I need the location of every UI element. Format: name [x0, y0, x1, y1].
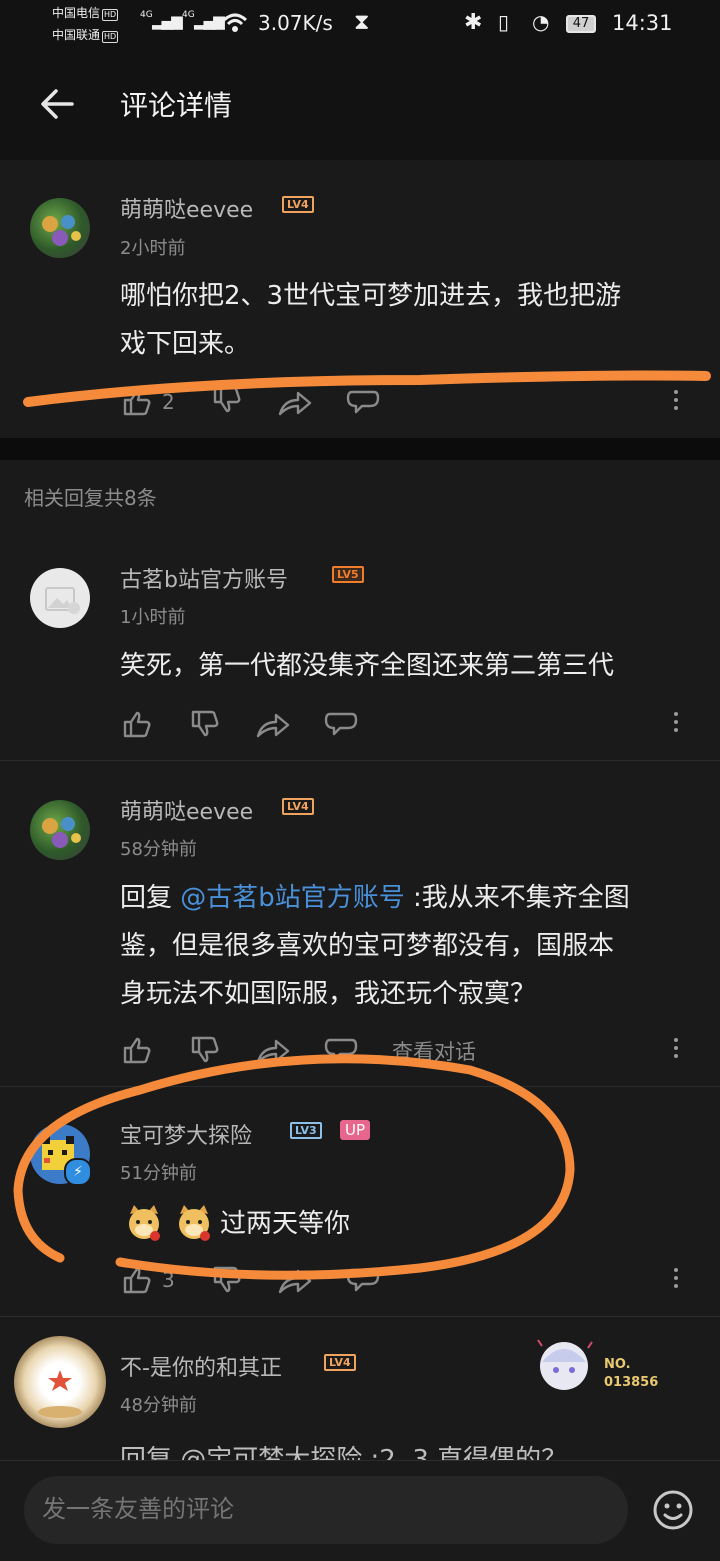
carrier-2: 中国联通 HD [52, 28, 119, 43]
hourglass-icon: ⧗ [354, 10, 370, 35]
doge-emoji-icon [179, 1205, 210, 1241]
divider [0, 1316, 720, 1317]
battery-icon: 47 [566, 15, 596, 33]
doge-emoji-icon [129, 1205, 160, 1241]
avatar[interactable] [30, 198, 90, 258]
like-count: 2 [162, 390, 175, 414]
username[interactable]: 不-是你的和其正 [120, 1350, 282, 1382]
up-badge: UP [340, 1120, 371, 1140]
wifi-icon [222, 13, 248, 32]
fan-badge-number: NO. 013856 [604, 1357, 659, 1390]
emoji-button-icon[interactable] [652, 1489, 694, 1531]
level-badge: LV4 [324, 1354, 356, 1371]
signal-icon: ▂▄▆ [152, 12, 183, 30]
level-badge: LV3 [290, 1122, 322, 1139]
reply-icon[interactable] [346, 1268, 380, 1294]
level-badge: LV4 [282, 798, 314, 815]
share-icon[interactable] [256, 712, 290, 738]
avatar-frame[interactable] [14, 1336, 106, 1428]
reply-time: 48分钟前 [120, 1395, 197, 1416]
app-header: 评论详情 [0, 50, 720, 160]
reply-text-partial: 回复 @宝可梦大探险 :2, 3 直得偶的？ [120, 1445, 568, 1460]
signal-icon-2: ▂▄▆ [194, 12, 225, 30]
level-badge: LV5 [332, 566, 364, 583]
reply-text: 过两天等你 [220, 1209, 351, 1239]
mention-link[interactable]: @古茗b站官方账号 [180, 883, 405, 913]
speedometer-icon: ◔ [532, 10, 550, 34]
like-count: 3 [162, 1268, 175, 1292]
page-title: 评论详情 [120, 89, 233, 122]
more-icon[interactable] [674, 390, 678, 414]
section-gap [0, 438, 720, 460]
network-type-1: 4G [140, 10, 153, 20]
more-icon[interactable] [674, 1038, 678, 1062]
avatar[interactable] [30, 568, 90, 628]
carrier-1: 中国电信 HD [52, 6, 119, 21]
avatar[interactable] [30, 800, 90, 860]
reply-icon[interactable] [346, 390, 380, 416]
dislike-icon[interactable] [190, 710, 220, 738]
username[interactable]: 宝可梦大探险 [120, 1118, 252, 1150]
back-arrow-icon[interactable] [38, 86, 74, 122]
like-icon[interactable] [122, 710, 152, 738]
level-badge: LV4 [282, 196, 314, 213]
network-type-2: 4G [182, 10, 195, 20]
reply-time: 51分钟前 [120, 1163, 197, 1184]
username[interactable]: 萌萌哒eevee [120, 794, 253, 826]
username[interactable]: 古茗b站官方账号 [120, 562, 288, 594]
comment-text: 哪怕你把2、3世代宝可梦加进去，我也把游 戏下回来。 [120, 281, 622, 359]
like-icon[interactable] [122, 1036, 152, 1064]
dislike-icon[interactable] [212, 1266, 242, 1294]
share-icon[interactable] [278, 390, 312, 416]
related-replies-count: 相关回复共8条 [24, 486, 157, 510]
reply-text: 回复 @古茗b站官方账号 :我从来不集齐全图 鉴，但是很多喜欢的宝可梦都没有，国… [120, 883, 630, 1009]
bluetooth-icon: ✱ [464, 10, 483, 35]
comment-input[interactable] [24, 1476, 628, 1544]
comment-time: 2小时前 [120, 238, 186, 259]
more-icon[interactable] [674, 1268, 678, 1292]
dislike-icon[interactable] [212, 386, 242, 414]
status-time: 14:31 [612, 11, 673, 35]
vibrate-icon: ▯ [498, 10, 510, 34]
network-speed: 3.07K/s [258, 11, 333, 35]
like-icon[interactable] [122, 1266, 152, 1294]
dislike-icon[interactable] [190, 1036, 220, 1064]
share-icon[interactable] [256, 1038, 290, 1064]
reply-time: 1小时前 [120, 607, 186, 628]
view-conversation-link[interactable]: 查看对话 [392, 1036, 476, 1066]
reply-text: 笑死，第一代都没集齐全图还来第二第三代 [120, 651, 615, 681]
divider [0, 760, 720, 761]
status-bar: 中国电信 HD 中国联通 HD 4G ▂▄▆ 4G ▂▄▆ 3.07K/s ⧗ ✱ … [0, 0, 720, 50]
like-icon[interactable] [122, 388, 152, 416]
reply-icon[interactable] [324, 1038, 358, 1064]
divider [0, 1086, 720, 1087]
reply-icon[interactable] [324, 712, 358, 738]
username[interactable]: 萌萌哒eevee [120, 192, 253, 224]
share-icon[interactable] [278, 1268, 312, 1294]
more-icon[interactable] [674, 712, 678, 736]
reply-time: 58分钟前 [120, 839, 197, 860]
fan-badge-icon [537, 1339, 593, 1390]
main-comment: 萌萌哒eevee LV4 2小时前 哪怕你把2、3世代宝可梦加进去，我也把游 戏… [0, 160, 720, 438]
verified-icon: ⚡ [64, 1158, 92, 1186]
